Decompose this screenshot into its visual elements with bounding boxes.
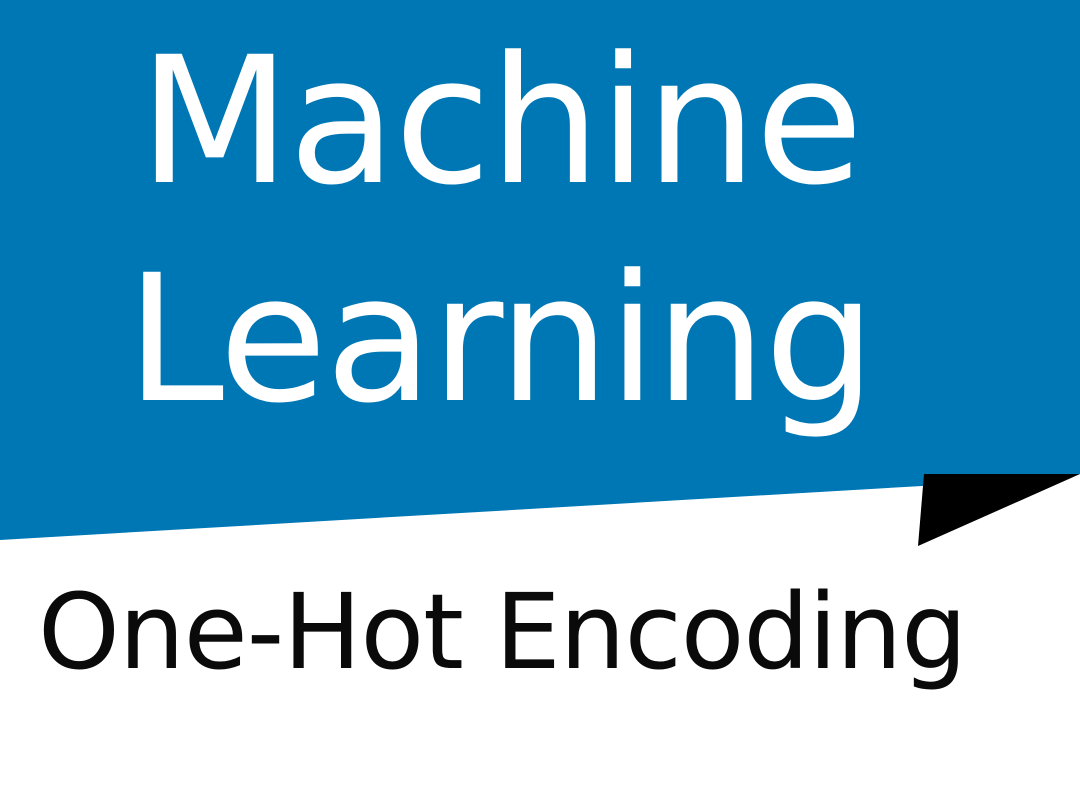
thumbnail-canvas: Machine Learning One-Hot Encoding	[0, 0, 1080, 810]
black-fold-accent	[918, 474, 1080, 546]
subtitle-one-hot-encoding: One-Hot Encoding	[38, 571, 967, 693]
title-line-machine: Machine	[138, 19, 864, 224]
title-line-learning: Learning	[125, 237, 876, 442]
